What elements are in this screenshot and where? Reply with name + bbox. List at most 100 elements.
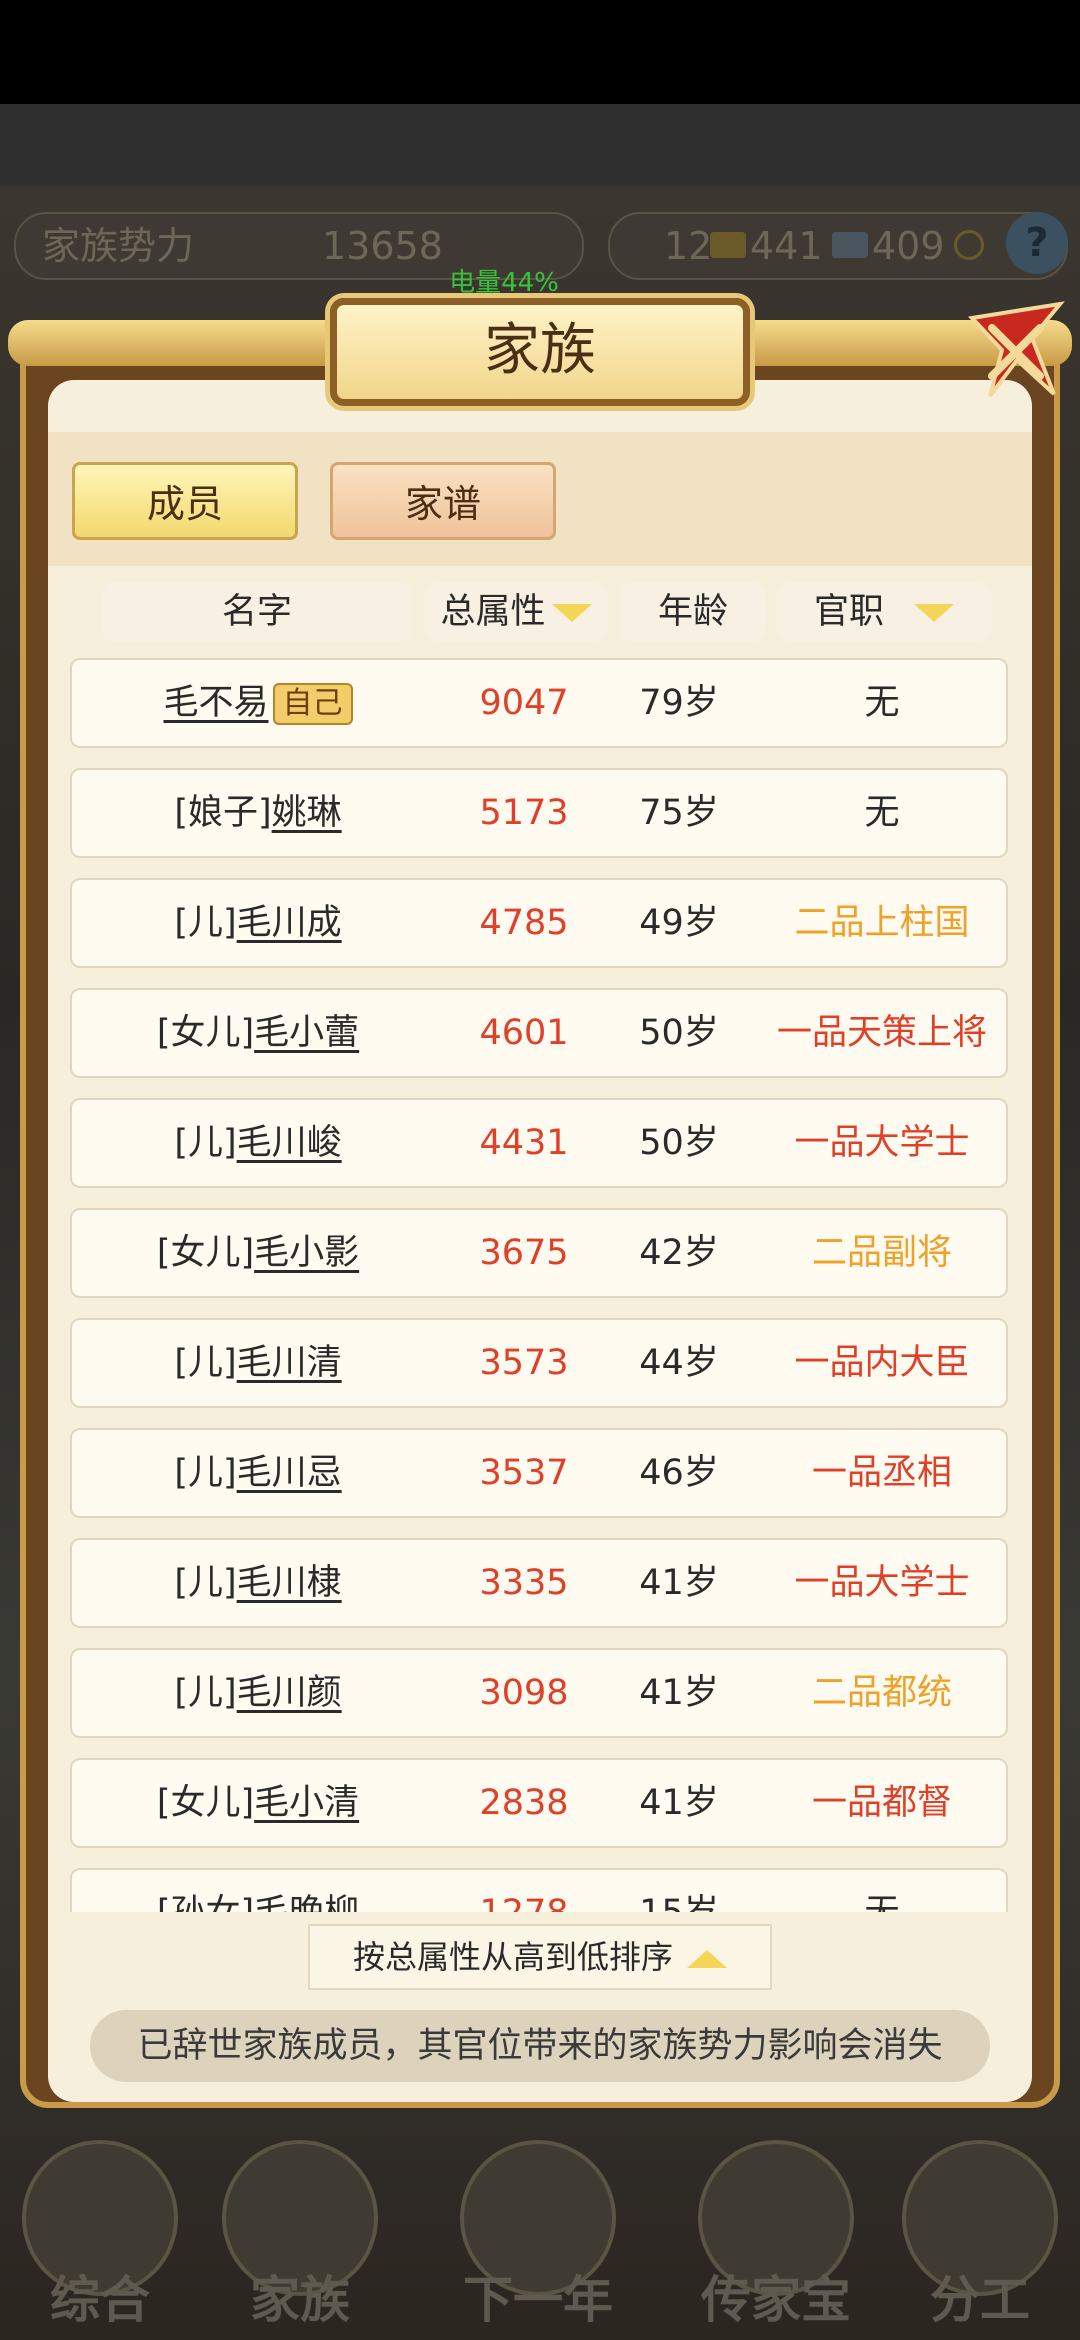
help-icon[interactable]: ? bbox=[1006, 212, 1068, 274]
relation-prefix: [儿] bbox=[174, 1563, 237, 1603]
relation-prefix: [儿] bbox=[174, 903, 237, 943]
member-title: 无 bbox=[864, 683, 900, 723]
relation-prefix: [儿] bbox=[174, 1343, 237, 1383]
table-row[interactable]: [娘子]姚琳 5173 75岁 无 bbox=[70, 768, 1008, 858]
member-age: 50岁 bbox=[639, 1013, 719, 1053]
sort-up-icon bbox=[687, 1950, 727, 1968]
title-ornament-left bbox=[8, 320, 338, 366]
member-name-cell: [女儿]毛小蕾 bbox=[72, 990, 444, 1076]
deceased-notice: 已辞世家族成员，其官位带来的家族势力影响会消失 bbox=[90, 2010, 990, 2082]
table-row[interactable]: [孙女]毛晚柳127815岁无 bbox=[70, 1868, 1008, 1912]
self-badge: 自己 bbox=[272, 683, 353, 725]
column-header-attr[interactable]: 总属性 bbox=[424, 582, 608, 642]
column-age-label: 年龄 bbox=[657, 592, 728, 632]
member-attr: 5173 bbox=[479, 793, 569, 833]
nav-item[interactable]: 家族 bbox=[200, 2130, 400, 2340]
table-row[interactable]: [儿]毛川忌 3537 46岁 一品丞相 bbox=[70, 1428, 1008, 1518]
member-name-link[interactable]: 毛小蕾 bbox=[254, 1013, 359, 1053]
sort-order-label: 按总属性从高到低排序 bbox=[352, 1938, 673, 1976]
member-title: 无 bbox=[754, 1870, 1010, 1912]
nav-item[interactable]: 综合 bbox=[0, 2130, 200, 2340]
column-header-title[interactable]: 官职 bbox=[776, 582, 992, 642]
resources-pill: 12 441 409 bbox=[608, 212, 1068, 280]
member-name-link[interactable]: 毛川成 bbox=[237, 903, 342, 943]
table-row[interactable]: [儿]毛川清 3573 44岁 一品内大臣 bbox=[70, 1318, 1008, 1408]
member-name-link[interactable]: 毛川棣 bbox=[237, 1563, 342, 1603]
tab-members[interactable]: 成员 bbox=[72, 462, 298, 540]
sort-order-button[interactable]: 按总属性从高到低排序 bbox=[308, 1924, 772, 1990]
table-row[interactable]: [女儿]毛小影 3675 42岁 二品副将 bbox=[70, 1208, 1008, 1298]
silver-bar-icon bbox=[832, 232, 868, 258]
member-attr: 3573 bbox=[479, 1343, 569, 1383]
nav-item[interactable]: 传家宝 bbox=[676, 2130, 876, 2340]
column-title-label: 官职 bbox=[813, 592, 884, 632]
column-header-age: 年龄 bbox=[620, 582, 766, 642]
member-title: 二品都统 bbox=[811, 1673, 952, 1713]
member-age: 75岁 bbox=[639, 793, 719, 833]
member-title: 二品副将 bbox=[811, 1233, 952, 1273]
member-name-link[interactable]: 毛川峻 bbox=[237, 1123, 342, 1163]
member-name-link[interactable]: 毛川忌 bbox=[237, 1453, 342, 1493]
nav-item[interactable]: 分工 bbox=[880, 2130, 1080, 2340]
nav-item[interactable]: 下一年 bbox=[438, 2130, 638, 2340]
member-name-link[interactable]: 毛川清 bbox=[237, 1343, 342, 1383]
column-attr-label: 总属性 bbox=[440, 592, 546, 632]
member-name-link[interactable]: 毛晚柳 bbox=[254, 1893, 359, 1912]
member-name-link[interactable]: 毛小清 bbox=[254, 1783, 359, 1823]
gold-bar-icon bbox=[710, 232, 746, 258]
tab-genealogy[interactable]: 家谱 bbox=[330, 462, 556, 540]
member-title: 无 bbox=[864, 793, 900, 833]
member-name-link[interactable]: 毛不易 bbox=[163, 683, 268, 723]
table-row[interactable]: [女儿]毛小清 2838 41岁 一品都督 bbox=[70, 1758, 1008, 1848]
family-power-label: 家族势力 bbox=[42, 224, 195, 268]
member-name-cell: [女儿]毛小清 bbox=[72, 1760, 444, 1846]
member-name-link[interactable]: 毛川颜 bbox=[237, 1673, 342, 1713]
family-power-value: 13658 bbox=[322, 224, 443, 268]
member-age: 42岁 bbox=[639, 1233, 719, 1273]
sort-down-icon bbox=[551, 604, 592, 622]
member-age: 46岁 bbox=[639, 1453, 719, 1493]
battery-indicator: 电量44% bbox=[449, 268, 559, 298]
table-row[interactable]: [儿]毛川成 4785 49岁 二品上柱国 bbox=[70, 878, 1008, 968]
member-attr: 3675 bbox=[479, 1233, 569, 1273]
relation-prefix: [女儿] bbox=[156, 1783, 255, 1823]
member-name-cell: [儿]毛川清 bbox=[72, 1320, 444, 1406]
member-attr: 4601 bbox=[479, 1013, 569, 1053]
relation-prefix: [儿] bbox=[174, 1123, 237, 1163]
member-name-cell: [儿]毛川忌 bbox=[72, 1430, 444, 1516]
member-attr: 4785 bbox=[479, 903, 569, 943]
member-name-link[interactable]: 毛小影 bbox=[254, 1233, 359, 1273]
member-age: 41岁 bbox=[639, 1783, 719, 1823]
table-row[interactable]: [儿]毛川棣 3335 41岁 一品大学士 bbox=[70, 1538, 1008, 1628]
member-title: 一品大学士 bbox=[794, 1123, 970, 1163]
bottom-nav: 综合 家族 下一年 传家宝 分工 bbox=[0, 2130, 1080, 2340]
member-title: 二品上柱国 bbox=[794, 903, 970, 943]
member-name-cell: [娘子]姚琳 bbox=[72, 770, 444, 856]
nav-label: 分工 bbox=[930, 2271, 1030, 2329]
nav-label: 综合 bbox=[50, 2271, 150, 2329]
member-age: 41岁 bbox=[639, 1563, 719, 1603]
status-bar bbox=[0, 0, 1080, 104]
silver-count: 441 bbox=[750, 224, 823, 268]
table-row[interactable]: [女儿]毛小蕾 4601 50岁 一品天策上将 bbox=[70, 988, 1008, 1078]
member-list[interactable]: 毛不易 自己 9047 79岁无 [娘子]姚琳 5173 75岁无 [儿]毛川成 4785 49岁… bbox=[48, 650, 1032, 1912]
member-attr: 9047 bbox=[479, 683, 569, 723]
nav-label: 传家宝 bbox=[701, 2271, 851, 2329]
close-icon[interactable] bbox=[962, 298, 1068, 404]
table-row[interactable]: 毛不易 自己 9047 79岁 无 bbox=[70, 658, 1008, 748]
member-title: 一品大学士 bbox=[794, 1563, 970, 1603]
member-name-link[interactable]: 姚琳 bbox=[272, 793, 342, 833]
member-name-cell: [儿]毛川棣 bbox=[72, 1540, 444, 1626]
member-name-cell: [女儿]毛小影 bbox=[72, 1210, 444, 1296]
nav-label: 下一年 bbox=[463, 2271, 613, 2329]
relation-prefix: [女儿] bbox=[156, 1013, 255, 1053]
member-age: 15岁 bbox=[604, 1870, 754, 1912]
member-attr: 3537 bbox=[479, 1453, 569, 1493]
member-age: 41岁 bbox=[639, 1673, 719, 1713]
table-row[interactable]: [儿]毛川峻 4431 50岁 一品大学士 bbox=[70, 1098, 1008, 1188]
member-title: 一品内大臣 bbox=[794, 1343, 970, 1383]
relation-prefix: [儿] bbox=[174, 1453, 237, 1493]
member-age: 50岁 bbox=[639, 1123, 719, 1163]
member-name-cell: 毛不易 自己 bbox=[72, 660, 444, 746]
table-row[interactable]: [儿]毛川颜 3098 41岁 二品都统 bbox=[70, 1648, 1008, 1738]
